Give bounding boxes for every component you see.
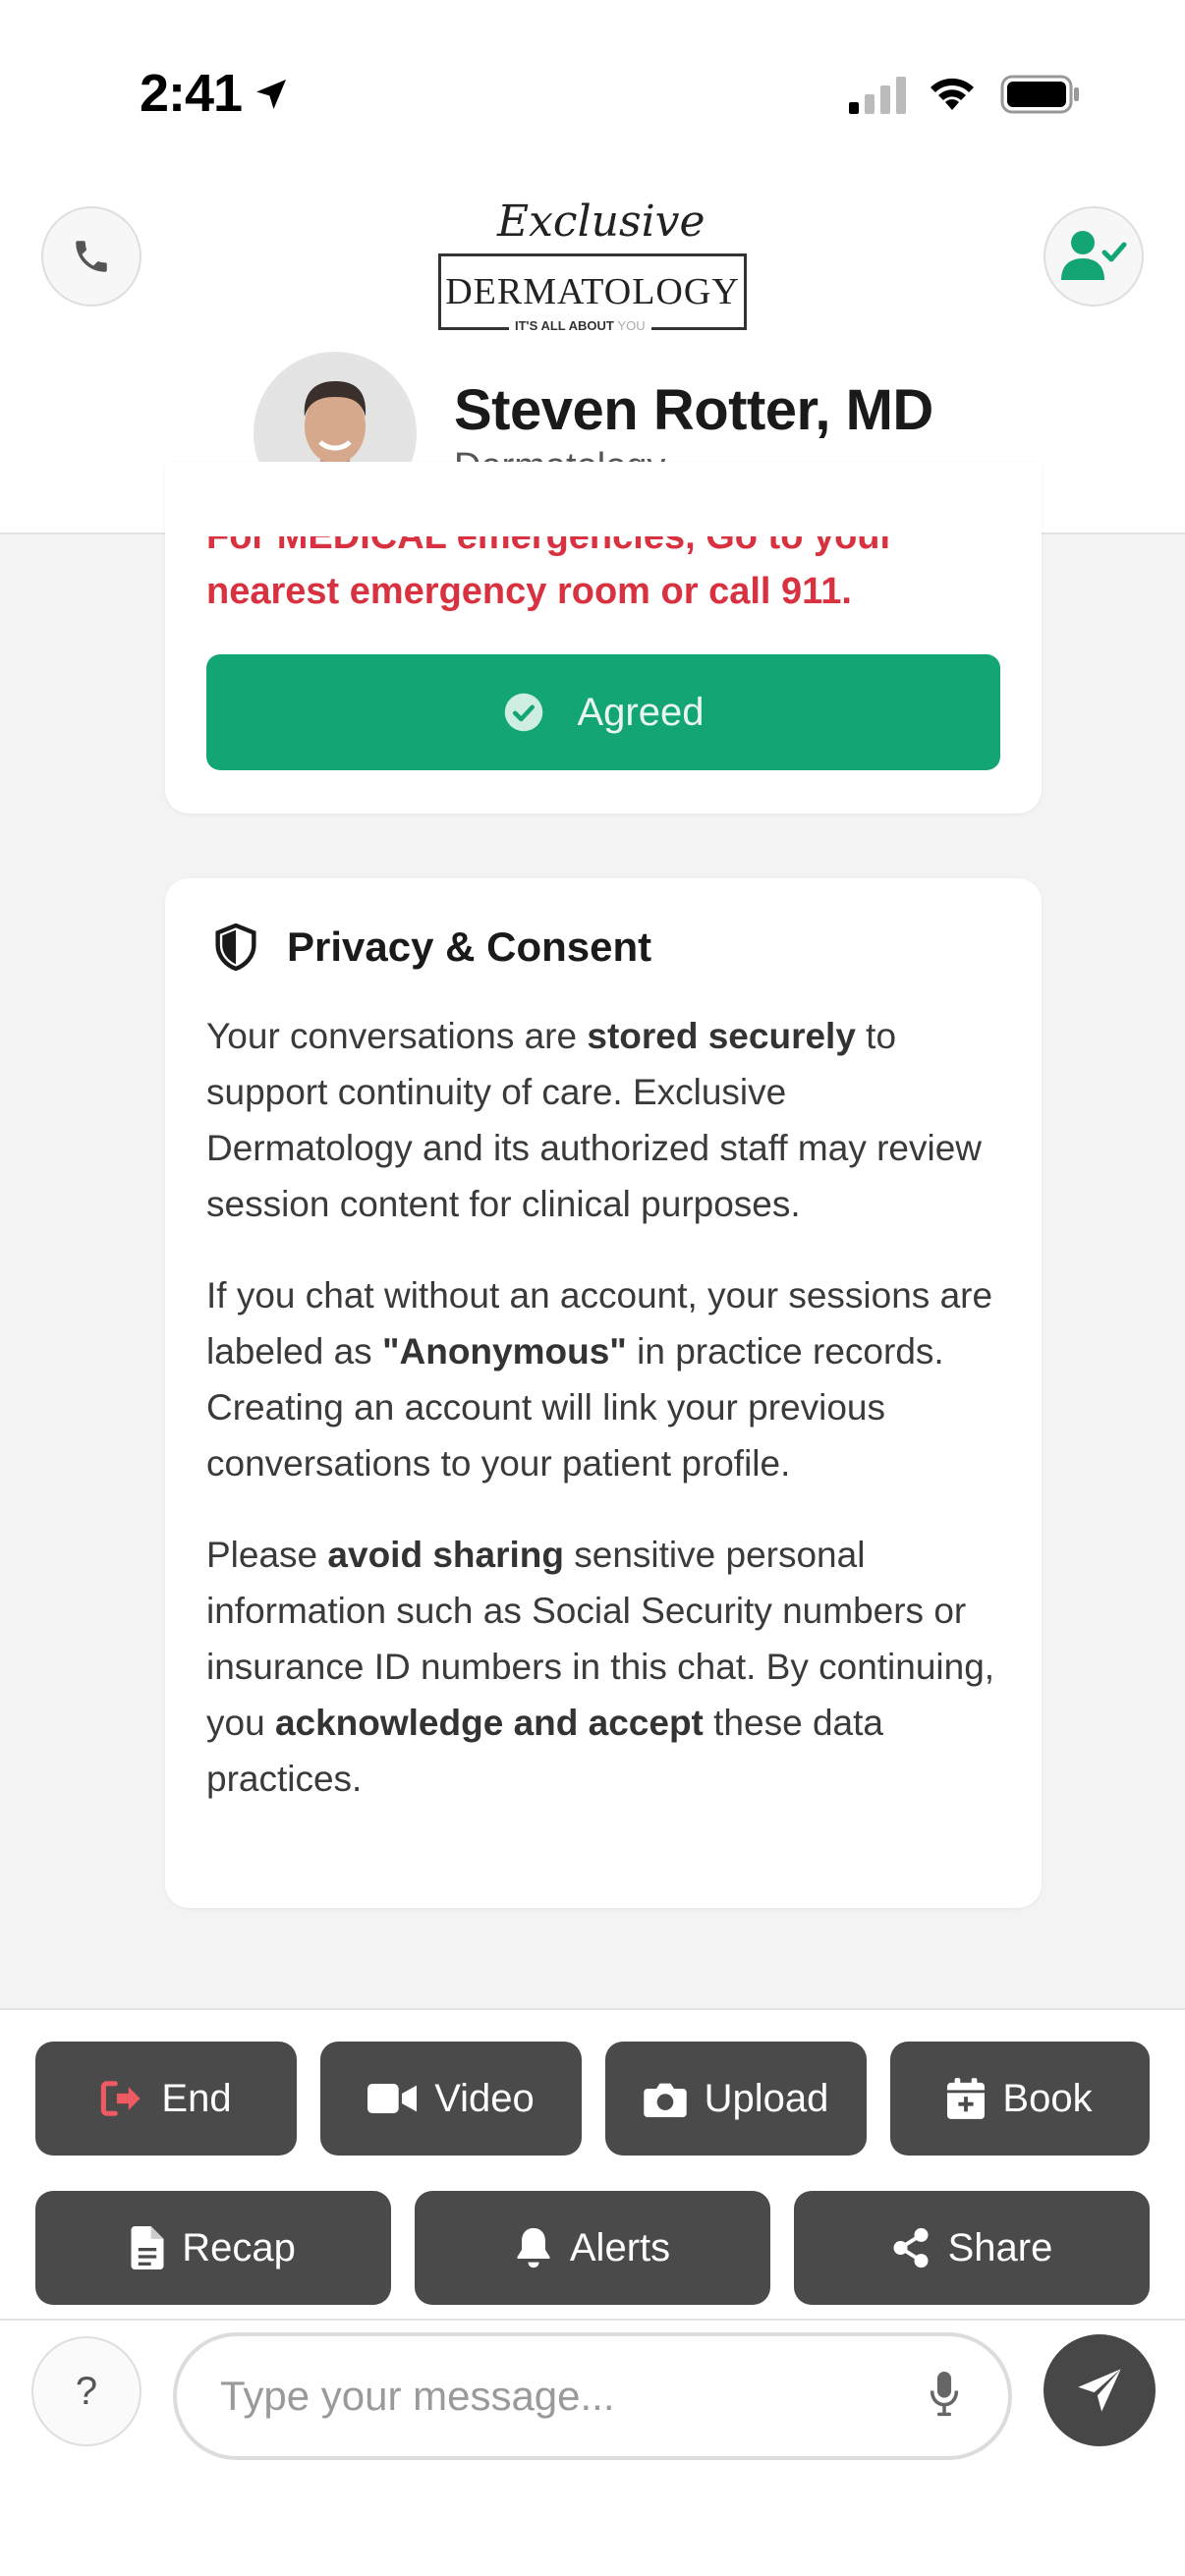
privacy-title-text: Privacy & Consent — [287, 924, 652, 970]
message-input[interactable] — [173, 2332, 1012, 2460]
p1-bold: stored securely — [587, 1016, 856, 1056]
upload-button[interactable]: Upload — [605, 2042, 867, 2156]
alerts-label: Alerts — [569, 2225, 671, 2269]
help-icon: ? — [75, 2369, 98, 2413]
privacy-paragraph-storage: Your conversations are stored securely t… — [206, 1008, 1000, 1232]
p1-text-a: Your conversations are — [206, 1016, 588, 1056]
user-check-icon — [1061, 231, 1127, 280]
privacy-paragraph-anonymous: If you chat without an account, your ses… — [206, 1267, 1000, 1491]
agreed-label: Agreed — [577, 690, 705, 734]
message-composer: ? — [0, 2319, 1185, 2576]
call-button[interactable] — [41, 206, 141, 307]
book-label: Book — [1002, 2076, 1093, 2120]
paper-plane-icon — [1078, 2369, 1121, 2412]
phone-icon — [76, 241, 107, 272]
privacy-consent-card: Privacy & Consent Your conversations are… — [165, 878, 1042, 1908]
end-label: End — [161, 2076, 232, 2120]
p3-bold-2: acknowledge and accept — [274, 1703, 704, 1743]
emergency-text: nearest emergency room or call 911. — [206, 571, 852, 612]
battery-icon — [1000, 75, 1079, 114]
document-icon — [131, 2226, 164, 2269]
sign-out-icon — [101, 2081, 141, 2116]
logo-tagline-you: YOU — [617, 318, 646, 333]
end-button[interactable]: End — [35, 2042, 297, 2156]
p3-text-a: Please — [206, 1535, 328, 1575]
book-button[interactable]: Book — [890, 2042, 1150, 2156]
status-bar: 2:41 — [0, 0, 1185, 187]
send-button[interactable] — [1044, 2334, 1156, 2446]
privacy-title: Privacy & Consent — [214, 924, 1000, 971]
agreed-button[interactable]: Agreed — [206, 654, 1000, 770]
recap-label: Recap — [182, 2225, 296, 2269]
bell-icon — [517, 2227, 550, 2268]
doctor-name: Steven Rotter, MD — [454, 378, 933, 442]
video-label: Video — [434, 2076, 535, 2120]
share-button[interactable]: Share — [794, 2191, 1150, 2305]
logo-script: Exclusive — [497, 196, 705, 247]
share-icon — [893, 2227, 929, 2268]
privacy-paragraph-sensitive: Please avoid sharing sensitive personal … — [206, 1527, 1000, 1807]
logo-tagline: IT'S ALL ABOUT YOU — [509, 318, 651, 333]
cellular-signal-icon — [849, 77, 906, 114]
alerts-button[interactable]: Alerts — [415, 2191, 770, 2305]
recap-button[interactable]: Recap — [35, 2191, 391, 2305]
calendar-plus-icon — [947, 2078, 986, 2119]
share-label: Share — [947, 2225, 1053, 2269]
check-circle-icon — [504, 693, 542, 732]
shield-icon — [215, 924, 256, 971]
video-camera-icon — [367, 2084, 418, 2113]
action-bar: End Video Upload Book Recap Alerts Share — [0, 2008, 1185, 2321]
p3-bold-1: avoid sharing — [327, 1535, 564, 1575]
logo-tagline-text: IT'S ALL ABOUT — [515, 318, 614, 333]
camera-icon — [643, 2083, 687, 2117]
practice-logo: Exclusive DERMATOLOGY IT'S ALL ABOUT YOU — [438, 196, 747, 342]
help-button[interactable]: ? — [31, 2336, 141, 2446]
location-arrow-icon — [256, 80, 286, 109]
status-time: 2:41 — [140, 64, 243, 123]
emergency-text-partial: For MEDICAL emergencies, Go to your — [206, 516, 895, 557]
microphone-icon[interactable] — [930, 2372, 959, 2417]
emergency-notice-card: For MEDICAL emergencies, Go to your near… — [165, 462, 1042, 813]
p2-bold: "Anonymous" — [381, 1331, 627, 1372]
video-button[interactable]: Video — [320, 2042, 582, 2156]
wifi-icon — [931, 78, 974, 110]
upload-label: Upload — [704, 2076, 829, 2120]
logo-main: DERMATOLOGY — [445, 271, 740, 312]
account-verified-button[interactable] — [1044, 206, 1144, 307]
